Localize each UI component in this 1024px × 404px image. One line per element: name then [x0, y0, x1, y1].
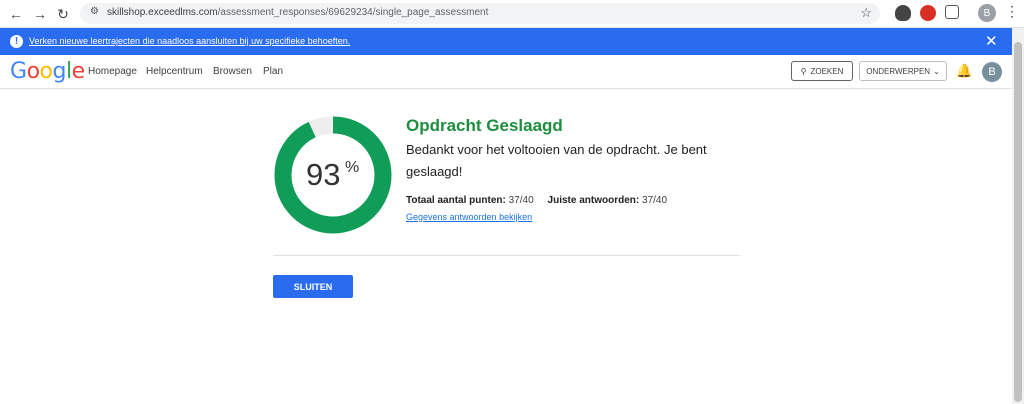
forward-arrow-icon[interactable]: →: [30, 4, 50, 24]
logo-letter: g: [52, 59, 67, 84]
bookmark-star-icon[interactable]: ☆: [860, 5, 872, 21]
nav-browsen[interactable]: Browsen: [213, 66, 252, 77]
logo-letter: o: [39, 59, 53, 84]
avatar[interactable]: B: [982, 62, 1002, 82]
banner-link[interactable]: Verken nieuwe leertrajecten die naadloos…: [29, 36, 350, 46]
search-button[interactable]: ⚲ ZOEKEN: [791, 61, 853, 81]
back-arrow-icon[interactable]: ←: [6, 4, 26, 24]
reload-icon[interactable]: ↻: [53, 4, 73, 24]
site-info-icon[interactable]: ⚙: [90, 6, 102, 20]
close-button[interactable]: SLUITEN: [273, 275, 353, 298]
view-answers-link[interactable]: Gegevens antwoorden bekijken: [406, 212, 532, 222]
browser-toolbar: ← → ↻ ⚙ skillshop.exceedlms.com/assessme…: [0, 0, 1024, 28]
announcement-banner: ! Verken nieuwe leertrajecten die naadlo…: [0, 28, 1012, 55]
puzzle-extension-icon[interactable]: [945, 5, 959, 19]
menu-dots-icon[interactable]: ⋮: [1005, 3, 1019, 20]
shield-extension-icon[interactable]: [895, 5, 911, 21]
google-logo[interactable]: Google: [10, 59, 85, 84]
logo-letter: e: [71, 59, 86, 84]
logo-letter: G: [10, 59, 27, 84]
url-text: skillshop.exceedlms.com/assessment_respo…: [107, 7, 489, 18]
site-header: Google Homepage Helpcentrum Browsen Plan…: [0, 55, 1012, 89]
result-stats: Totaal aantal punten: 37/40 Juiste antwo…: [406, 195, 667, 206]
result-message: Bedankt voor het voltooien van de opdrac…: [406, 142, 707, 179]
topics-dropdown[interactable]: ONDERWERPEN ⌄: [859, 61, 947, 81]
close-icon[interactable]: ✕: [985, 32, 998, 50]
nav-plan[interactable]: Plan: [263, 66, 283, 77]
logo-letter: o: [26, 59, 40, 84]
alert-icon: !: [10, 35, 23, 48]
red-extension-icon[interactable]: [920, 5, 936, 21]
correct-label: Juiste antwoorden:: [547, 195, 640, 206]
scrollbar-thumb[interactable]: [1014, 42, 1022, 402]
topics-label: ONDERWERPEN: [866, 66, 931, 76]
points-label: Totaal aantal punten:: [406, 195, 506, 206]
nav-helpcentrum[interactable]: Helpcentrum: [146, 66, 203, 77]
scrollbar[interactable]: [1012, 28, 1024, 404]
correct-value: 37/40: [642, 195, 668, 206]
profile-avatar[interactable]: B: [978, 4, 996, 22]
percent-sign: %: [345, 159, 360, 176]
points-value: 37/40: [508, 195, 534, 206]
result-title: Opdracht Geslaagd: [406, 116, 563, 135]
chevron-down-icon: ⌄: [933, 66, 940, 76]
search-icon: ⚲: [800, 66, 807, 76]
address-bar[interactable]: ⚙ skillshop.exceedlms.com/assessment_res…: [80, 3, 880, 24]
nav-homepage[interactable]: Homepage: [88, 66, 137, 77]
bell-icon[interactable]: 🔔: [956, 63, 972, 79]
search-button-label: ZOEKEN: [810, 66, 844, 76]
divider: [273, 255, 740, 256]
score-value: 93: [306, 157, 341, 192]
